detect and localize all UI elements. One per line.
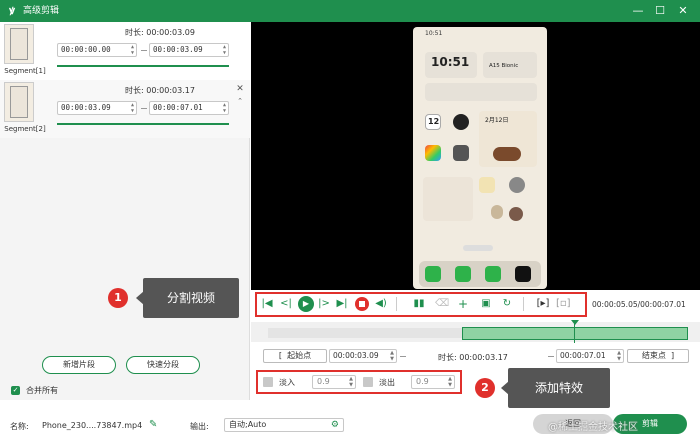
- output-label: 输出:: [190, 422, 209, 431]
- play-button[interactable]: ▶: [298, 296, 314, 312]
- settings-gear-icon: ⚙: [330, 420, 339, 430]
- fade-in-checkbox[interactable]: [263, 377, 273, 387]
- annotation-label: 分割视频: [143, 278, 239, 318]
- segment-label: Segment[2]: [4, 125, 46, 133]
- annotation-badge: 1: [108, 288, 128, 308]
- fade-out-label: 淡出: [379, 378, 395, 387]
- segment-thumbnail: [4, 82, 34, 122]
- go-start-icon[interactable]: |◀: [260, 296, 274, 312]
- segment-end-input[interactable]: 00:00:07.01 ▲ ▼: [149, 101, 229, 115]
- edit-name-icon[interactable]: ✎: [149, 419, 157, 430]
- fade-in-input[interactable]: 0.9 ▲ ▼: [312, 375, 356, 389]
- segment-start-input[interactable]: 00:00:03.09 ▲ ▼: [57, 101, 137, 115]
- segment-range-bar: [57, 65, 229, 67]
- reset-icon[interactable]: ↻: [500, 296, 514, 312]
- maximize-button[interactable]: ☐: [652, 3, 668, 19]
- mark-out-icon[interactable]: [▫]: [556, 296, 571, 312]
- segment-start-input[interactable]: 00:00:00.00 ▲ ▼: [57, 43, 137, 57]
- segment-duration: 时长: 00:00:03.09: [125, 28, 195, 37]
- segment-thumbnail: [4, 24, 34, 64]
- name-value: Phone_230....73847.mp4: [42, 421, 143, 430]
- split-icon[interactable]: ▮▮: [412, 296, 426, 312]
- fade-out-input[interactable]: 0.9 ▲ ▼: [411, 375, 455, 389]
- minimize-button[interactable]: —: [630, 3, 646, 19]
- delete-segment-icon[interactable]: ✕: [235, 84, 245, 94]
- title-bar: ꝟ 高级剪辑 — ☐ ✕: [0, 0, 700, 22]
- trim-duration: 时长: 00:00:03.17: [438, 353, 508, 362]
- annotation-label: 添加特效: [508, 368, 610, 408]
- watermark: @稀土掘金技术社区: [548, 422, 638, 433]
- add-icon[interactable]: +: [456, 296, 470, 312]
- step-forward-icon[interactable]: |>: [317, 296, 331, 312]
- segment-item[interactable]: Segment[1] 时长: 00:00:03.09 00:00:00.00 ▲ ▼…: [0, 22, 250, 80]
- timecode-display: 00:00:05.05/00:00:07.01: [592, 300, 686, 309]
- segment-end-input[interactable]: 00:00:03.09 ▲ ▼: [149, 43, 229, 57]
- segment-duration: 时长: 00:00:03.17: [125, 86, 195, 95]
- delete-icon[interactable]: ⌫: [435, 296, 449, 312]
- end-point-input[interactable]: 00:00:07.01 ▲ ▼: [556, 349, 624, 363]
- stop-button[interactable]: [355, 297, 369, 311]
- start-point-button[interactable]: [ 起始点: [263, 349, 327, 363]
- app-logo-icon: ꝟ: [9, 4, 15, 17]
- collapse-chevron-icon[interactable]: ⌃: [235, 96, 245, 106]
- go-end-icon[interactable]: ▶|: [335, 296, 349, 312]
- close-window-button[interactable]: ✕: [675, 3, 691, 19]
- name-label: 名称:: [10, 422, 29, 431]
- start-point-input[interactable]: 00:00:03.09 ▲ ▼: [329, 349, 397, 363]
- segment-label: Segment[1]: [4, 67, 46, 75]
- merge-all-checkbox[interactable]: ✓: [11, 386, 20, 395]
- segment-item[interactable]: Segment[2] 时长: 00:00:03.17 ✕ ⌃ 00:00:03.…: [0, 80, 250, 138]
- volume-icon[interactable]: ◀): [374, 296, 388, 312]
- output-select[interactable]: 自动;Auto ⚙: [224, 418, 344, 432]
- copy-icon[interactable]: ▣: [479, 296, 493, 312]
- playhead-marker-icon[interactable]: [571, 320, 579, 325]
- annotation-badge: 2: [475, 378, 495, 398]
- fade-out-checkbox[interactable]: [363, 377, 373, 387]
- quick-split-button[interactable]: 快速分段: [126, 356, 200, 374]
- add-segment-button[interactable]: 新增片段: [42, 356, 116, 374]
- video-frame: 10:51 10:51 A15 Bionic 12 2月12日: [413, 27, 547, 289]
- fade-in-label: 淡入: [279, 378, 295, 387]
- selection-range[interactable]: [462, 327, 688, 340]
- mark-in-icon[interactable]: [▸]: [536, 296, 550, 312]
- end-point-button[interactable]: 结束点 ]: [627, 349, 689, 363]
- merge-all-label: 合并所有: [26, 386, 58, 395]
- segment-range-bar: [57, 123, 229, 125]
- window-title: 高级剪辑: [23, 6, 60, 16]
- step-back-icon[interactable]: <|: [279, 296, 293, 312]
